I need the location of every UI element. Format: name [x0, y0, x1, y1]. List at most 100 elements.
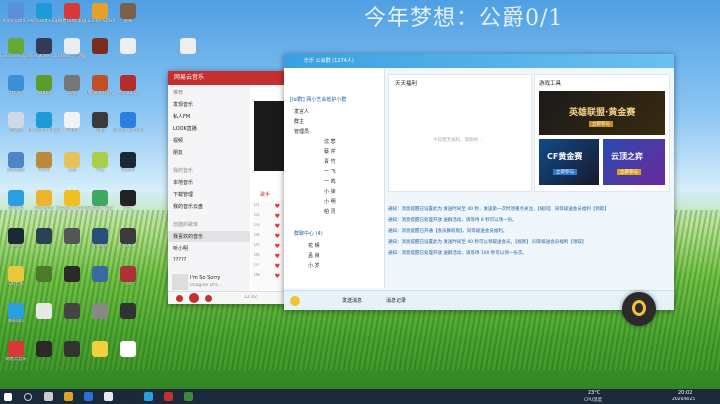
music-window[interactable]: 网易云音乐 推荐 发现音乐 私人FM LOOK直播 视频 朋友 我的音乐 本地音… — [168, 71, 286, 304]
app-icon — [92, 152, 108, 168]
member-item[interactable]: 小 岁 — [308, 262, 320, 269]
sidebar-heading: 我的音乐 — [173, 168, 194, 174]
ad-banner-cf[interactable]: CF黄金赛 立即参与 — [539, 139, 599, 185]
desktop-icon[interactable] — [172, 38, 204, 69]
sidebar-item[interactable]: 私人FM — [173, 113, 190, 120]
ad-cta-button[interactable]: 立即参与 — [553, 169, 577, 175]
chat-message: 通知：消息提醒已设置此为 发送时间至 40 秒，发送第一次时须重点关注，【规则】… — [388, 207, 609, 212]
app-icon — [64, 3, 80, 19]
sidebar-heading: 创建的歌单 — [173, 222, 199, 228]
row-number: 02 — [254, 213, 260, 218]
steam-icon[interactable] — [124, 392, 133, 401]
app-icon — [36, 38, 52, 54]
message-history-button[interactable]: 消息记录 — [386, 297, 406, 304]
chrome-icon[interactable] — [104, 392, 113, 401]
row-number: 04 — [254, 233, 260, 238]
desktop-icon[interactable]: EPIC — [112, 190, 144, 221]
row-number: 01 — [254, 203, 260, 208]
member-item[interactable]: 孟 良 — [308, 252, 320, 259]
heart-icon[interactable]: ♥ — [275, 223, 280, 230]
sidebar-item[interactable]: 我喜欢的音乐 — [173, 233, 203, 240]
desktop-icon[interactable] — [112, 341, 144, 372]
assistant-float-button[interactable] — [622, 292, 656, 326]
member-item[interactable]: 青 竹 — [324, 158, 336, 165]
heart-icon[interactable]: ♥ — [275, 263, 280, 270]
app-icon — [36, 3, 52, 19]
sidebar-item[interactable]: 本地音乐 — [173, 179, 193, 186]
app-icon — [64, 303, 80, 319]
tab-singer[interactable]: 歌手 — [260, 191, 270, 198]
task-view-icon[interactable] — [44, 392, 53, 401]
sidebar-item[interactable]: 听小明 — [173, 245, 188, 252]
member-item[interactable]: 群主 — [294, 118, 304, 125]
sidebar-item[interactable]: 朋友 — [173, 149, 183, 156]
heart-icon[interactable]: ♥ — [275, 243, 280, 250]
clock-date[interactable]: 2020/8/25 — [672, 397, 695, 402]
app-icon — [64, 228, 80, 244]
member-item[interactable]: 蔡 芹 — [324, 148, 336, 155]
member-item[interactable]: 花 晴 — [308, 242, 320, 249]
search-icon[interactable] — [24, 393, 32, 401]
member-item[interactable]: 一 鸣 — [324, 178, 336, 185]
desktop-icon[interactable]: Steam — [112, 152, 144, 183]
desktop-icon[interactable] — [112, 38, 144, 69]
file-explorer-icon[interactable] — [64, 392, 73, 401]
next-button[interactable] — [205, 295, 212, 302]
group-name[interactable]: [lol群] 网小艺会抵护小群 — [290, 96, 346, 103]
start-button[interactable] — [4, 393, 12, 401]
section-title[interactable]: 群聊中心 (4) — [294, 230, 323, 237]
sidebar-item[interactable]: 视频 — [173, 137, 183, 144]
ad-title: CF黄金赛 — [547, 152, 583, 161]
prev-button[interactable] — [176, 295, 183, 302]
qq-titlebar[interactable]: 乐乐 公会群 (1274人) — [284, 54, 674, 68]
ad-title: 英雄联盟·黄金赛 — [569, 108, 636, 118]
member-item[interactable]: 柏 灵 — [324, 208, 336, 215]
clock-time[interactable]: 20:02 — [678, 390, 692, 396]
desktop-icon[interactable]: 逃离 — [112, 3, 144, 34]
desktop-icon[interactable]: WAR — [112, 228, 144, 259]
desktop-icon[interactable] — [112, 303, 144, 334]
app-icon — [36, 228, 52, 244]
edge-icon[interactable] — [84, 392, 93, 401]
ad-banner-lol[interactable]: 英雄联盟·黄金赛 立即参与 — [539, 91, 665, 135]
now-playing-song: I'm So Sorry — [190, 275, 221, 281]
desktop-icon[interactable]: Google Chrome — [112, 112, 144, 143]
heart-icon[interactable]: ♥ — [275, 273, 280, 280]
app-icon — [92, 303, 108, 319]
sidebar-item[interactable]: 推荐 — [173, 89, 183, 96]
music-titlebar[interactable]: 网易云音乐 — [168, 71, 286, 85]
album-cover[interactable] — [172, 274, 188, 290]
wechat-icon[interactable] — [184, 392, 193, 401]
sidebar-item[interactable]: 发现音乐 — [173, 101, 193, 108]
qq-window[interactable]: 乐乐 公会群 (1274人) [lol群] 网小艺会抵护小群 发言人 群主 管理… — [284, 54, 674, 310]
heart-icon[interactable]: ♥ — [275, 213, 280, 220]
game-tools-tab[interactable]: 游戏工具 — [539, 79, 561, 87]
heart-icon[interactable]: ♥ — [275, 233, 280, 240]
member-item[interactable]: 发言人 — [294, 108, 309, 115]
desktop-icon[interactable]: TIX — [112, 266, 144, 297]
desktop-icon[interactable]: Among Us — [112, 75, 144, 106]
emoji-icon[interactable] — [290, 296, 300, 306]
member-item[interactable]: 小 明 — [324, 198, 336, 205]
ad-cta-button[interactable]: 立即参与 — [589, 121, 613, 127]
member-item[interactable]: 一 飞 — [324, 168, 336, 175]
heart-icon[interactable]: ♥ — [275, 203, 280, 210]
chat-message: 通知：消息提醒已设置此为 发送时间至 40 秒可以领取送会员，【规则】 同等级送… — [388, 240, 587, 245]
member-item[interactable]: 沈 悲 — [324, 138, 336, 145]
play-pause-button[interactable] — [189, 293, 199, 303]
sidebar-item[interactable]: ????? — [173, 257, 186, 263]
ad-cta-button[interactable]: 立即参与 — [617, 169, 641, 175]
heart-icon[interactable]: ♥ — [275, 253, 280, 260]
netease-music-icon[interactable] — [164, 392, 173, 401]
member-item[interactable]: 小 柒 — [324, 188, 336, 195]
member-item[interactable]: 管理员 — [294, 128, 309, 135]
sidebar-item[interactable]: LOOK直播 — [173, 125, 197, 132]
ad-banner-tft[interactable]: 云顶之弈 立即参与 — [603, 139, 665, 185]
sidebar-item[interactable]: 下载管理 — [173, 191, 193, 198]
send-message-button[interactable]: 发送消息 — [342, 297, 362, 304]
sidebar-item[interactable]: 我的音乐云盘 — [173, 203, 203, 210]
qq-icon[interactable] — [144, 392, 153, 401]
notice-tab[interactable]: 天天福利 — [395, 79, 417, 87]
bunny-icon — [180, 38, 196, 54]
now-playing-artist: Imagine Dra... — [190, 283, 222, 288]
